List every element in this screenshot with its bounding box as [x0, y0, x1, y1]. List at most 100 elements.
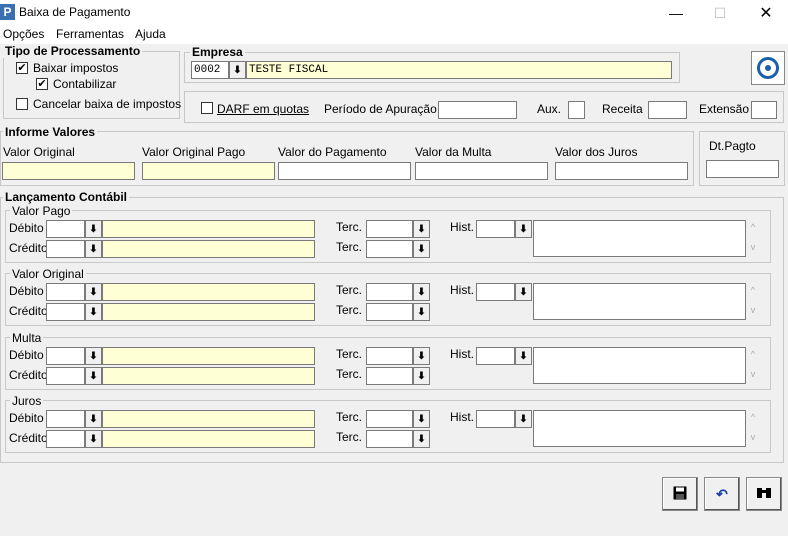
valor-pago-debito-terc-dropdown-button[interactable]: ⬇ [413, 220, 430, 238]
valor-original-credito-terc-field[interactable] [366, 303, 413, 321]
multa-credito-account-field[interactable] [46, 367, 85, 385]
multa-scroll-down-button[interactable]: v [746, 369, 760, 379]
darf-quotas-checkbox[interactable] [201, 102, 213, 114]
chevron-up-icon: ^ [750, 412, 756, 422]
valor-pago-hist-field[interactable] [476, 220, 515, 238]
juros-debito-dropdown-button[interactable]: ⬇ [85, 410, 102, 428]
valor-original-debito-terc-dropdown-button[interactable]: ⬇ [413, 283, 430, 301]
empresa-dropdown-button[interactable]: ⬇ [229, 61, 246, 79]
multa-hist-label: Hist. [450, 347, 474, 361]
maximize-button[interactable]: ☐ [700, 0, 740, 26]
multa-debito-terc-field[interactable] [366, 347, 413, 365]
multa-hist-field[interactable] [476, 347, 515, 365]
valor-pago-scroll-down-button[interactable]: v [746, 242, 760, 252]
multa-credito-terc-label: Terc. [336, 367, 363, 381]
valor-original-debito-terc-field[interactable] [366, 283, 413, 301]
valor-pago-hist-text-area[interactable] [533, 220, 746, 257]
menu-ajuda[interactable]: Ajuda [135, 27, 166, 41]
dropdown-arrow-icon: ⬇ [233, 64, 242, 76]
receita-field[interactable] [648, 101, 687, 119]
valor-original-label: Valor Original [3, 145, 75, 159]
valor-original-hist-text-area[interactable] [533, 283, 746, 320]
valor-original-hist-field[interactable] [476, 283, 515, 301]
empresa-title: Empresa [190, 45, 245, 59]
valor-original-credito-dropdown-button[interactable]: ⬇ [85, 303, 102, 321]
valor-pago-credito-terc-dropdown-button[interactable]: ⬇ [413, 240, 430, 258]
multa-debito-dropdown-button[interactable]: ⬇ [85, 347, 102, 365]
multa-group-title: Multa [10, 331, 44, 345]
multa-debito-account-field[interactable] [46, 347, 85, 365]
valor-original-pago-field [142, 162, 275, 180]
juros-debito-terc-field[interactable] [366, 410, 413, 428]
valor-pago-credito-description-field [102, 240, 315, 258]
valor-original-scroll-up-button[interactable]: ^ [746, 285, 760, 295]
contabilizar-checkbox[interactable]: ✔ [36, 78, 48, 90]
valor-pago-hist-dropdown-button[interactable]: ⬇ [515, 220, 532, 238]
menu-ferramentas[interactable]: Ferramentas [56, 27, 124, 41]
dropdown-arrow-icon: ⬇ [519, 413, 528, 425]
empresa-name-field: TESTE FISCAL [246, 61, 672, 79]
juros-debito-account-field[interactable] [46, 410, 85, 428]
dt-pagto-label: Dt.Pagto [709, 139, 756, 153]
darf-quotas-label: DARF em quotas [217, 102, 310, 116]
extensao-field[interactable] [751, 101, 777, 119]
search-button[interactable] [746, 477, 782, 511]
multa-debito-terc-dropdown-button[interactable]: ⬇ [413, 347, 430, 365]
valor-pago-credito-dropdown-button[interactable]: ⬇ [85, 240, 102, 258]
valor-original-debito-account-field[interactable] [46, 283, 85, 301]
minimize-button[interactable]: — [656, 0, 696, 26]
valor-original-credito-terc-dropdown-button[interactable]: ⬇ [413, 303, 430, 321]
multa-hist-dropdown-button[interactable]: ⬇ [515, 347, 532, 365]
valor-original-scroll-down-button[interactable]: v [746, 305, 760, 315]
dropdown-arrow-icon: ⬇ [417, 223, 426, 235]
juros-scroll-up-button[interactable]: ^ [746, 412, 760, 422]
multa-credito-terc-dropdown-button[interactable]: ⬇ [413, 367, 430, 385]
periodo-apuracao-field[interactable] [438, 101, 517, 119]
menu-opcoes[interactable]: Opções [3, 27, 44, 41]
valor-pago-debito-description-field [102, 220, 315, 238]
juros-credito-dropdown-button[interactable]: ⬇ [85, 430, 102, 448]
baixar-impostos-checkbox[interactable]: ✔ [16, 62, 28, 74]
multa-credito-dropdown-button[interactable]: ⬇ [85, 367, 102, 385]
valor-pago-scroll-up-button[interactable]: ^ [746, 222, 760, 232]
valor-multa-field[interactable] [415, 162, 548, 180]
valor-pago-debito-account-field[interactable] [46, 220, 85, 238]
multa-hist-text-area[interactable] [533, 347, 746, 384]
multa-credito-label: Crédito [9, 368, 48, 382]
juros-hist-text-area[interactable] [533, 410, 746, 447]
save-button[interactable] [662, 477, 698, 511]
dt-pagto-field[interactable] [706, 160, 779, 178]
valor-original-hist-dropdown-button[interactable]: ⬇ [515, 283, 532, 301]
multa-credito-description-field [102, 367, 315, 385]
juros-hist-field[interactable] [476, 410, 515, 428]
juros-credito-terc-field[interactable] [366, 430, 413, 448]
valor-original-credito-account-field[interactable] [46, 303, 85, 321]
valor-pagamento-field[interactable] [278, 162, 411, 180]
valor-pago-debito-terc-field[interactable] [366, 220, 413, 238]
juros-debito-terc-dropdown-button[interactable]: ⬇ [413, 410, 430, 428]
juros-credito-terc-dropdown-button[interactable]: ⬇ [413, 430, 430, 448]
juros-hist-dropdown-button[interactable]: ⬇ [515, 410, 532, 428]
valor-juros-field[interactable] [555, 162, 688, 180]
extensao-label: Extensão [699, 102, 750, 116]
aux-field[interactable] [568, 101, 585, 119]
close-button[interactable]: ✕ [746, 0, 786, 26]
dropdown-arrow-icon: ⬇ [417, 350, 426, 362]
valor-pago-credito-terc-field[interactable] [366, 240, 413, 258]
multa-credito-terc-field[interactable] [366, 367, 413, 385]
empresa-code-field[interactable]: 0002 [191, 61, 229, 79]
cancelar-baixa-checkbox[interactable] [16, 98, 28, 110]
undo-button[interactable]: ↶ [704, 477, 740, 511]
juros-credito-description-field [102, 430, 315, 448]
juros-credito-account-field[interactable] [46, 430, 85, 448]
juros-scroll-down-button[interactable]: v [746, 432, 760, 442]
valor-original-debito-dropdown-button[interactable]: ⬇ [85, 283, 102, 301]
chevron-up-icon: ^ [750, 222, 756, 232]
dropdown-arrow-icon: ⬇ [417, 243, 426, 255]
valor-pago-debito-dropdown-button[interactable]: ⬇ [85, 220, 102, 238]
multa-scroll-up-button[interactable]: ^ [746, 349, 760, 359]
multa-debito-description-field [102, 347, 315, 365]
dropdown-arrow-icon: ⬇ [417, 306, 426, 318]
valor-pago-credito-terc-label: Terc. [336, 240, 363, 254]
valor-pago-credito-account-field[interactable] [46, 240, 85, 258]
